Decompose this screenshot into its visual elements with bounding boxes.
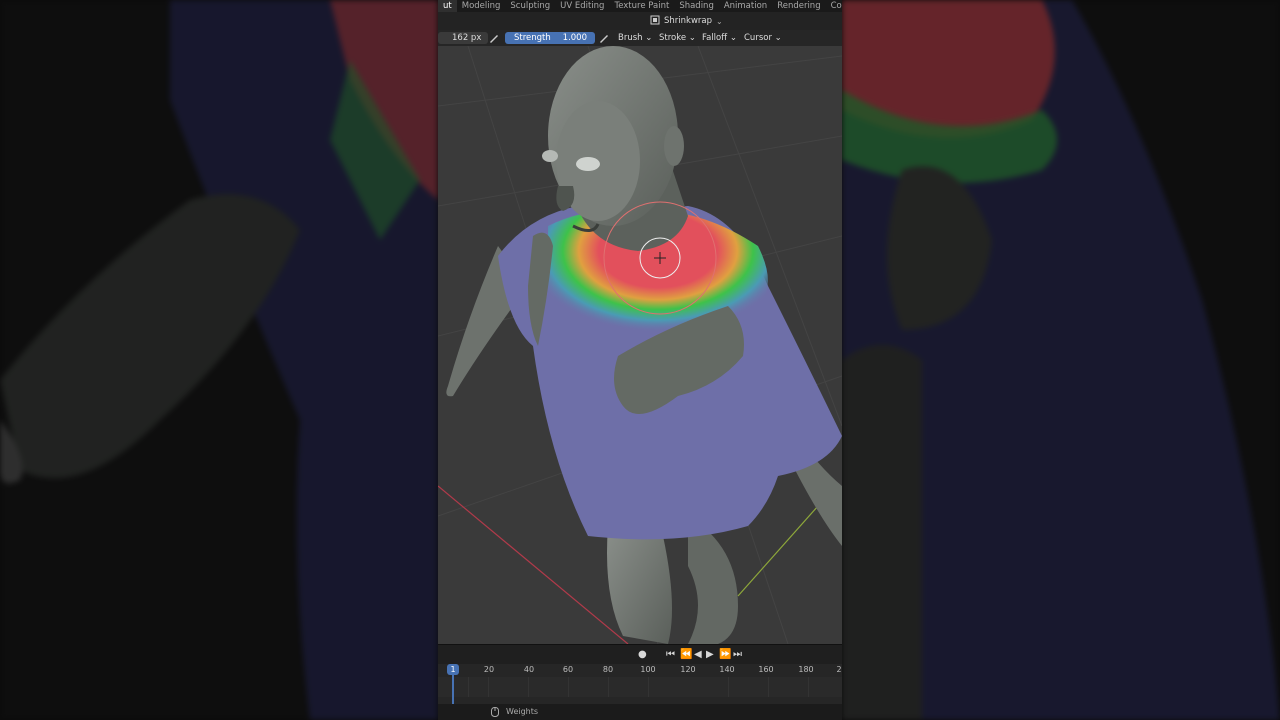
playback-controls: ● ⏮ ⏪ ◀ ▶ ⏩ ⏭ [438, 644, 842, 665]
play-reverse-icon[interactable]: ◀ [694, 649, 702, 661]
left-blurred-background [0, 0, 438, 720]
frame-tick: 2 [836, 665, 842, 674]
radius-value: 162 px [452, 33, 482, 43]
frame-tick: 100 [640, 665, 656, 674]
stroke-label: Stroke [659, 33, 687, 43]
tab-uv-editing[interactable]: UV Editing [555, 0, 609, 12]
cursor-dropdown[interactable]: Cursor ⌄ [744, 32, 782, 44]
radius-pressure-icon[interactable] [488, 32, 500, 44]
object-mode-icon [650, 15, 660, 28]
frame-tick: 140 [719, 665, 735, 674]
blender-window: ut Modeling Sculpting UV Editing Texture… [438, 0, 842, 720]
strength-pressure-icon[interactable] [598, 32, 610, 44]
prev-keyframe-icon[interactable]: ⏪ [680, 649, 692, 661]
tab-rendering[interactable]: Rendering [772, 0, 825, 12]
tab-compositing[interactable]: Compositing [826, 0, 842, 12]
chevron-down-icon: ⌄ [774, 33, 782, 43]
chevron-down-icon: ⌄ [729, 33, 737, 43]
tab-sculpting[interactable]: Sculpting [505, 0, 555, 12]
chevron-down-icon: ⌄ [716, 16, 723, 26]
chevron-down-icon: ⌄ [645, 33, 653, 43]
frame-tick: 180 [798, 665, 814, 674]
strength-value: 1.000 [562, 33, 587, 43]
tab-animation[interactable]: Animation [719, 0, 772, 12]
tool-settings-bar: 162 px Strength 1.000 Brush ⌄ Stroke ⌄ F… [438, 30, 842, 46]
falloff-dropdown[interactable]: Falloff ⌄ [702, 32, 737, 44]
frame-tick: 60 [562, 665, 574, 674]
next-keyframe-icon[interactable]: ⏩ [719, 649, 731, 661]
frame-tick: 40 [523, 665, 535, 674]
tab-texture-paint[interactable]: Texture Paint [609, 0, 674, 12]
jump-end-icon[interactable]: ⏭ [733, 649, 742, 661]
mouse-icon [491, 707, 499, 719]
frame-tick: 160 [758, 665, 774, 674]
active-object-selector[interactable]: Shrinkwrap ⌄ [650, 14, 723, 28]
brush-label: Brush [618, 33, 643, 43]
frame-tick: 80 [602, 665, 614, 674]
viewport-header: Shrinkwrap ⌄ [438, 12, 842, 30]
timeline[interactable]: 20 40 60 80 100 120 140 160 180 2 1 [438, 664, 842, 704]
workspace-tabs: ut Modeling Sculpting UV Editing Texture… [438, 0, 842, 12]
stroke-dropdown[interactable]: Stroke ⌄ [659, 32, 696, 44]
tab-modeling[interactable]: Modeling [457, 0, 506, 12]
tab-layout[interactable]: ut [438, 0, 457, 12]
frame-tick: 120 [680, 665, 696, 674]
tab-shading[interactable]: Shading [674, 0, 719, 12]
status-bar: Weights [438, 704, 842, 720]
playhead-line[interactable] [452, 675, 454, 704]
3d-viewport[interactable] [438, 46, 842, 644]
falloff-label: Falloff [702, 33, 728, 43]
character-mesh [446, 46, 842, 644]
current-frame-indicator[interactable]: 1 [447, 664, 459, 675]
status-label: Weights [506, 707, 539, 716]
right-blurred-background [842, 0, 1280, 720]
brush-dropdown[interactable]: Brush ⌄ [618, 32, 652, 44]
object-name: Shrinkwrap [664, 16, 712, 26]
record-icon[interactable]: ● [638, 649, 647, 661]
timeline-tracks[interactable] [438, 677, 842, 697]
jump-start-icon[interactable]: ⏮ [666, 649, 675, 661]
chevron-down-icon: ⌄ [688, 33, 696, 43]
frame-ruler: 20 40 60 80 100 120 140 160 180 2 [438, 664, 842, 676]
strength-label: Strength [514, 33, 551, 43]
cursor-label: Cursor [744, 33, 772, 43]
play-icon[interactable]: ▶ [706, 649, 714, 661]
strength-slider[interactable]: Strength 1.000 [505, 32, 595, 44]
frame-tick: 20 [483, 665, 495, 674]
radius-field[interactable]: 162 px [438, 32, 488, 44]
